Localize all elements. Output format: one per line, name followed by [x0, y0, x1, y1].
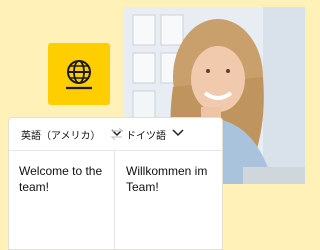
translator-card: 英語（アメリカ） ドイツ語 Welcome to the team! Willk…: [8, 117, 223, 250]
target-language-select[interactable]: ドイツ語: [126, 118, 184, 150]
source-language-select[interactable]: 英語（アメリカ）: [21, 118, 123, 150]
language-bar: 英語（アメリカ） ドイツ語: [9, 118, 222, 151]
source-text-area[interactable]: Welcome to the team!: [9, 151, 115, 249]
chevron-down-icon: [172, 128, 184, 140]
globe-icon: [66, 60, 92, 90]
swap-arrows-icon: [110, 127, 124, 141]
globe-badge: [48, 43, 110, 105]
translation-output: Willkommen im Team!: [126, 164, 208, 194]
target-language-label: ドイツ語: [126, 130, 166, 142]
swap-languages-button[interactable]: [110, 127, 124, 146]
source-language-label: 英語（アメリカ）: [21, 130, 101, 142]
